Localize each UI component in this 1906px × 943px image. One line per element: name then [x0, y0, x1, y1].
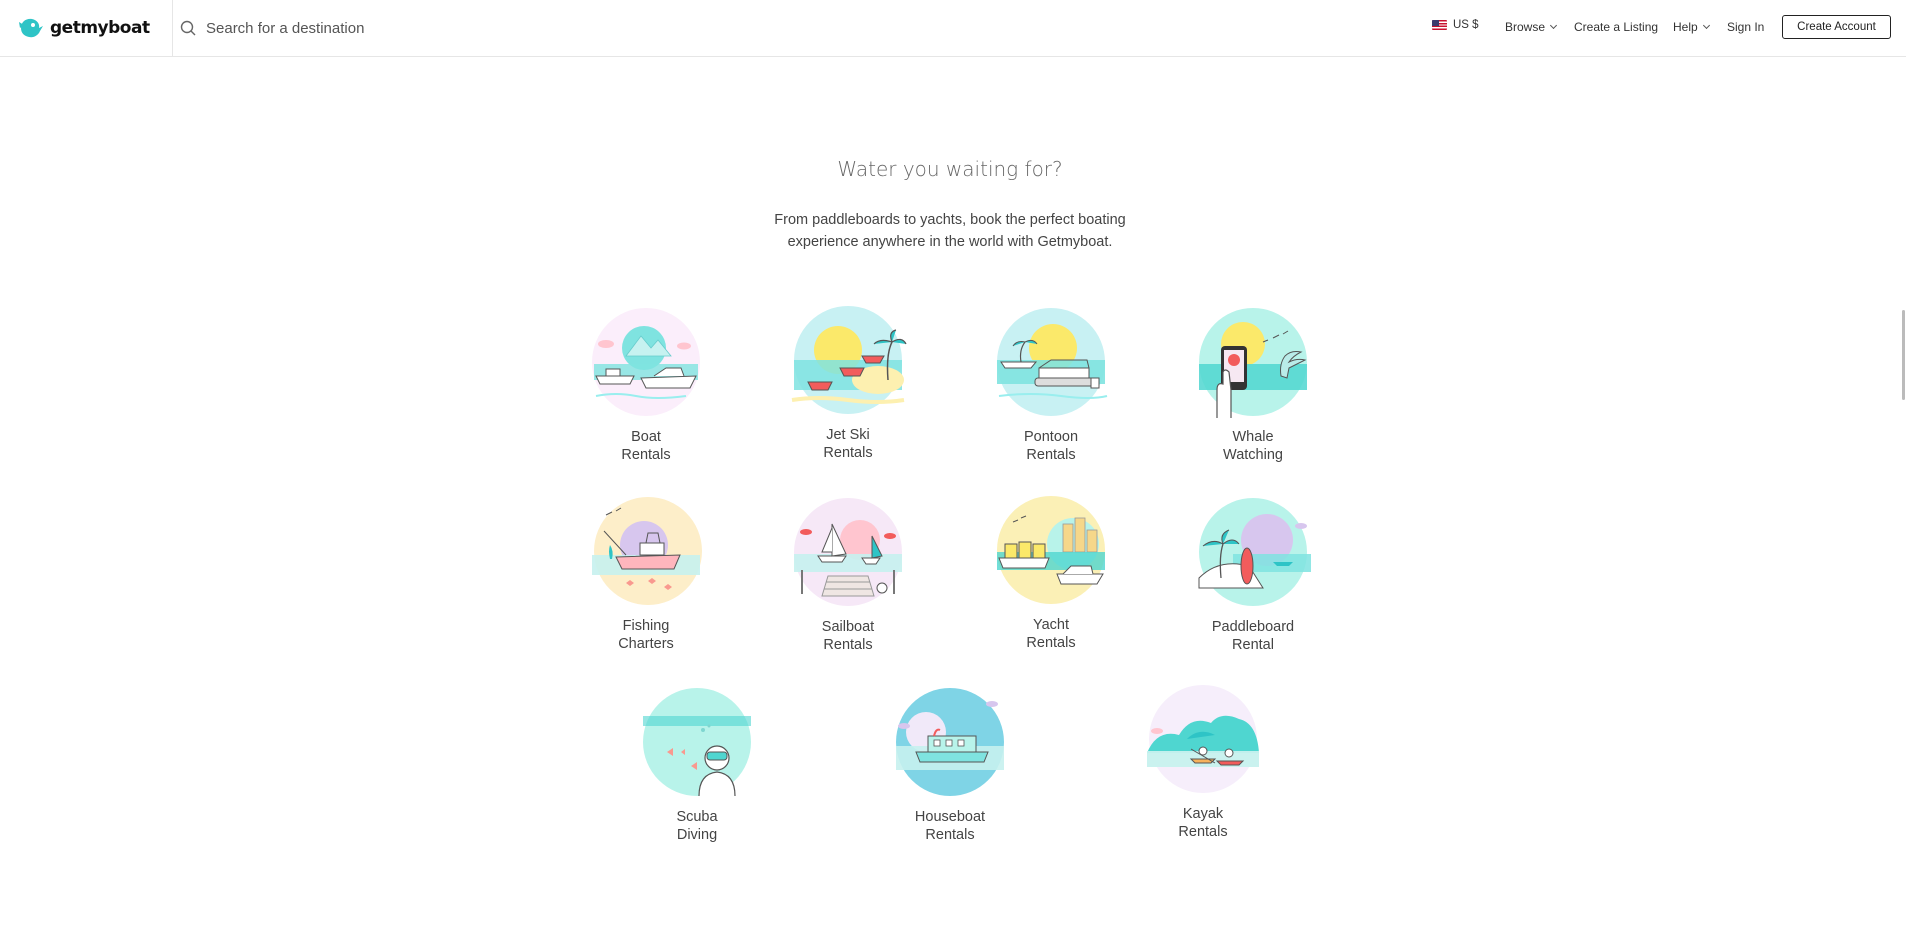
- logo-icon: [19, 18, 43, 38]
- yacht-icon: [997, 496, 1105, 604]
- sign-in-link[interactable]: Sign In: [1727, 20, 1764, 34]
- scuba-icon: [643, 688, 751, 797]
- search-bar[interactable]: [180, 14, 780, 42]
- page-subtitle: From paddleboards to yachts, book the pe…: [774, 212, 1126, 250]
- logo[interactable]: getmyboat: [18, 14, 150, 42]
- currency-label: US $: [1453, 19, 1479, 31]
- category-paddleboard-rental[interactable]: Paddleboard Rental: [1193, 496, 1313, 654]
- page-title: Water you waiting for?: [837, 157, 1063, 181]
- browse-label: Browse: [1505, 20, 1546, 34]
- category-label: Scuba Diving: [676, 809, 718, 843]
- category-whale-watching[interactable]: Whale Watching: [1193, 306, 1313, 464]
- browse-menu[interactable]: Browse: [1505, 20, 1558, 34]
- pontoon-icon: [997, 308, 1108, 416]
- create-listing-label: Create a Listing: [1574, 20, 1659, 34]
- category-label: Pontoon Rentals: [1023, 429, 1079, 463]
- category-label: Jet Ski Rentals: [823, 427, 873, 461]
- scrollbar-thumb[interactable]: [1902, 310, 1905, 400]
- whale-icon: [1199, 308, 1307, 418]
- create-listing-link[interactable]: Create a Listing: [1574, 20, 1658, 34]
- help-label: Help: [1673, 20, 1698, 34]
- category-pontoon-rentals[interactable]: Pontoon Rentals: [991, 306, 1111, 464]
- category-label: Houseboat Rentals: [914, 809, 986, 843]
- category-yacht-rentals[interactable]: Yacht Rentals: [991, 494, 1111, 652]
- chevron-down-icon: [1549, 21, 1558, 30]
- paddleboard-icon: [1198, 498, 1311, 606]
- category-kayak-rentals[interactable]: Kayak Rentals: [1143, 683, 1263, 841]
- category-scuba-diving[interactable]: Scuba Diving: [637, 686, 757, 844]
- search-icon: [180, 20, 196, 36]
- category-houseboat-rentals[interactable]: Houseboat Rentals: [890, 686, 1010, 844]
- category-label: Kayak Rentals: [1178, 806, 1228, 840]
- category-fishing-charters[interactable]: Fishing Charters: [586, 495, 706, 653]
- kayak-icon: [1147, 685, 1259, 793]
- create-account-button[interactable]: Create Account: [1782, 15, 1891, 39]
- currency-selector[interactable]: US $: [1432, 19, 1479, 31]
- category-sailboat-rentals[interactable]: Sailboat Rentals: [788, 496, 908, 654]
- category-jet-ski-rentals[interactable]: Jet Ski Rentals: [788, 304, 908, 462]
- category-boat-rentals[interactable]: Boat Rentals: [586, 306, 706, 464]
- category-label: Paddleboard Rental: [1211, 619, 1295, 653]
- category-label: Fishing Charters: [618, 618, 674, 652]
- sailboat-icon: [794, 498, 902, 606]
- category-label: Yacht Rentals: [1026, 617, 1076, 651]
- us-flag-icon: [1432, 20, 1447, 30]
- help-menu[interactable]: Help: [1673, 20, 1710, 34]
- chevron-down-icon: [1702, 21, 1710, 30]
- category-label: Boat Rentals: [621, 429, 671, 463]
- boat-rentals-icon: [592, 308, 700, 416]
- houseboat-icon: [896, 688, 1004, 796]
- jet-ski-icon: [791, 306, 907, 414]
- header-divider: [172, 0, 173, 57]
- top-header: getmyboat US $ Browse Create a Listing H…: [0, 0, 1906, 57]
- category-label: Whale Watching: [1223, 429, 1283, 463]
- logo-text: getmyboat: [50, 18, 150, 38]
- sign-in-label: Sign In: [1727, 20, 1765, 34]
- fishing-icon: [592, 497, 702, 605]
- search-input[interactable]: [206, 19, 706, 37]
- scrollbar[interactable]: [1900, 0, 1906, 943]
- category-label: Sailboat Rentals: [821, 619, 875, 653]
